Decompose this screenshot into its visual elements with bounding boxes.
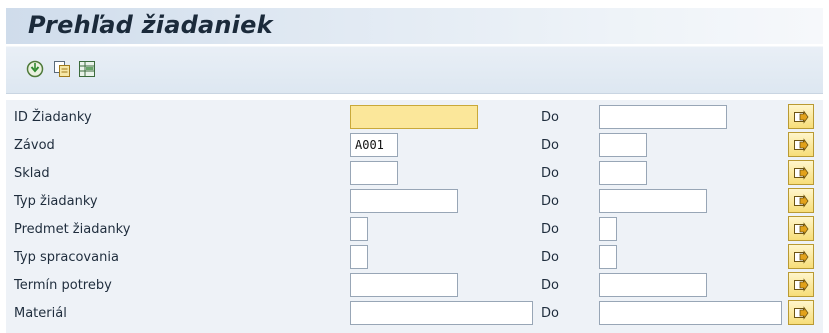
material-from-input[interactable] — [350, 301, 533, 325]
processing-type-from-input[interactable] — [350, 245, 368, 269]
field-label: Typ žiadanky — [14, 194, 98, 209]
arrow-right-icon — [789, 109, 813, 124]
page-title: Prehľad žiadaniek — [28, 11, 273, 39]
copy-icon — [53, 61, 71, 81]
requirement-date-to-input[interactable] — [599, 273, 707, 297]
row-requirement-date: Termín potreby Do — [6, 271, 823, 299]
field-label: Termín potreby — [14, 278, 112, 293]
multiple-selection-button[interactable] — [788, 104, 814, 129]
to-label: Do — [541, 250, 559, 265]
request-id-to-input[interactable] — [599, 105, 727, 129]
to-label: Do — [541, 138, 559, 153]
arrow-right-icon — [789, 137, 813, 152]
multiple-selection-button[interactable] — [788, 272, 814, 297]
table-icon — [78, 61, 96, 81]
multiple-selection-button[interactable] — [788, 300, 814, 325]
title-bar: Prehľad žiadaniek — [6, 8, 823, 44]
request-id-from-input[interactable] — [350, 105, 478, 129]
storage-location-to-input[interactable] — [599, 161, 647, 185]
row-storage-location: Sklad Do — [6, 159, 823, 187]
execute-button[interactable] — [26, 60, 44, 78]
application-toolbar — [6, 46, 823, 94]
request-subject-to-input[interactable] — [599, 217, 617, 241]
execute-icon — [26, 60, 44, 81]
table-view-button[interactable] — [78, 60, 96, 78]
to-label: Do — [541, 194, 559, 209]
storage-location-from-input[interactable] — [350, 161, 398, 185]
processing-type-to-input[interactable] — [599, 245, 617, 269]
field-label: Sklad — [14, 166, 50, 181]
arrow-right-icon — [789, 249, 813, 264]
multiple-selection-button[interactable] — [788, 132, 814, 157]
plant-from-input[interactable] — [350, 133, 398, 157]
requirement-date-from-input[interactable] — [350, 273, 458, 297]
field-label: Typ spracovania — [14, 250, 119, 265]
to-label: Do — [541, 222, 559, 237]
arrow-right-icon — [789, 277, 813, 292]
multiple-selection-button[interactable] — [788, 216, 814, 241]
multiple-selection-button[interactable] — [788, 160, 814, 185]
field-label: Materiál — [14, 306, 67, 321]
multiple-selection-button[interactable] — [788, 244, 814, 269]
row-request-id: ID Žiadanky Do — [6, 103, 823, 131]
to-label: Do — [541, 166, 559, 181]
row-processing-type: Typ spracovania Do — [6, 243, 823, 271]
arrow-right-icon — [789, 193, 813, 208]
copy-variant-button[interactable] — [53, 60, 71, 78]
field-label: Závod — [14, 138, 55, 153]
request-subject-from-input[interactable] — [350, 217, 368, 241]
row-request-subject: Predmet žiadanky Do — [6, 215, 823, 243]
arrow-right-icon — [789, 165, 813, 180]
material-to-input[interactable] — [599, 301, 782, 325]
to-label: Do — [541, 110, 559, 125]
request-type-from-input[interactable] — [350, 189, 458, 213]
to-label: Do — [541, 306, 559, 321]
arrow-right-icon — [789, 305, 813, 320]
request-type-to-input[interactable] — [599, 189, 707, 213]
row-material: Materiál Do — [6, 299, 823, 327]
row-request-type: Typ žiadanky Do — [6, 187, 823, 215]
field-label: Predmet žiadanky — [14, 222, 131, 237]
plant-to-input[interactable] — [599, 133, 647, 157]
field-label: ID Žiadanky — [14, 110, 92, 125]
to-label: Do — [541, 278, 559, 293]
multiple-selection-button[interactable] — [788, 188, 814, 213]
row-plant: Závod Do — [6, 131, 823, 159]
arrow-right-icon — [789, 221, 813, 236]
selection-screen: ID Žiadanky Do Závod Do Sklad Do — [6, 100, 823, 333]
